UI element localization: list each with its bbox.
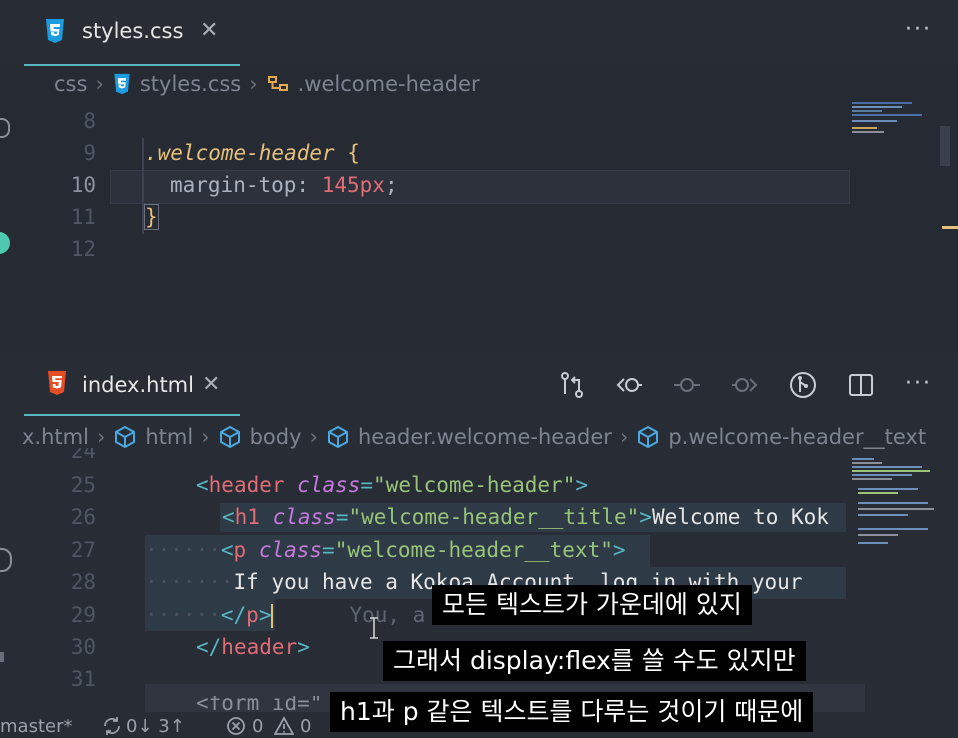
error-icon[interactable]: [226, 716, 246, 736]
subtitle-line-2: 그래서 display:flex를 쓸 수도 있지만: [383, 641, 806, 681]
code-line-9[interactable]: .welcome-header {: [145, 141, 360, 165]
line-number: 25: [70, 473, 96, 497]
breadcrumb: x.html › html › body › header.welcome-he…: [22, 419, 926, 455]
text-cursor: [271, 604, 274, 628]
line-number: 11: [70, 205, 96, 229]
sync-icon[interactable]: [102, 716, 122, 736]
line-number: 27: [70, 538, 96, 562]
css-file-icon: [114, 73, 130, 95]
minimap[interactable]: [848, 456, 940, 552]
line-number: 26: [70, 505, 96, 529]
error-count[interactable]: 0: [252, 716, 263, 737]
breadcrumb-body[interactable]: body: [250, 425, 302, 449]
indent-guide: [142, 138, 144, 234]
warning-count[interactable]: 0: [300, 716, 311, 737]
breadcrumb: css › styles.css › .welcome-header: [24, 66, 480, 102]
previous-change-icon[interactable]: [614, 370, 644, 400]
line-number: 29: [70, 603, 96, 627]
git-graph-icon[interactable]: [788, 370, 818, 400]
css-file-icon: [46, 19, 64, 43]
html-file-icon: [48, 371, 66, 395]
top-tab-bar: styles.css ✕ ···: [0, 0, 958, 66]
chevron-right-icon: ›: [201, 425, 210, 449]
breadcrumb-styles-css[interactable]: styles.css: [140, 72, 241, 96]
text-cursor-pointer-icon: [370, 617, 378, 639]
scrollbar-marker: [942, 226, 958, 229]
breadcrumb-css[interactable]: css: [54, 72, 87, 96]
activity-ring-icon: [0, 118, 10, 138]
line-number: 8: [83, 109, 96, 133]
close-icon[interactable]: ✕: [200, 18, 218, 43]
line-number: 12: [70, 237, 96, 261]
activity-dot-icon: [0, 232, 10, 254]
tab-index-html[interactable]: index.html ✕: [24, 352, 240, 416]
code-line-29[interactable]: ······</p> You, a: [145, 603, 425, 628]
compare-changes-icon[interactable]: [557, 370, 587, 400]
element-cube-icon: [219, 425, 240, 449]
chevron-right-icon: ›: [249, 72, 258, 96]
tab-label: styles.css: [82, 19, 184, 43]
code-line-32[interactable]: <form id=": [196, 696, 322, 712]
code-line-10[interactable]: margin-top: 145px;: [170, 173, 398, 197]
code-line-11[interactable]: }: [144, 204, 159, 230]
breadcrumb-header[interactable]: header.welcome-header: [358, 425, 612, 449]
element-cube-icon: [327, 425, 348, 449]
sync-status[interactable]: 0↓ 3↑: [126, 716, 185, 737]
element-cube-icon: [115, 425, 136, 449]
close-icon[interactable]: ✕: [202, 372, 220, 397]
tab-styles-css[interactable]: styles.css ✕: [24, 0, 240, 66]
git-branch[interactable]: master*: [0, 716, 72, 737]
breadcrumb-selector[interactable]: .welcome-header: [298, 72, 480, 96]
split-editor-icon[interactable]: [846, 370, 876, 400]
breadcrumb-p[interactable]: p.welcome-header__text: [668, 425, 926, 449]
line-number: 24: [70, 448, 96, 462]
more-actions-icon[interactable]: ···: [905, 371, 932, 396]
selector-icon: [267, 76, 288, 91]
warning-icon[interactable]: [274, 716, 294, 736]
breadcrumb-file[interactable]: x.html: [22, 425, 89, 449]
chevron-right-icon: ›: [95, 72, 104, 96]
code-line-30[interactable]: </header>: [196, 635, 310, 659]
tab-label: index.html: [82, 373, 194, 397]
chevron-right-icon: ›: [96, 425, 106, 449]
revert-change-icon[interactable]: [672, 370, 702, 400]
code-line-25[interactable]: <header class="welcome-header">: [196, 473, 588, 497]
line-number: 28: [70, 570, 96, 594]
scrollbar-thumb[interactable]: [940, 126, 950, 166]
code-line-26[interactable]: <h1 class="welcome-header__title">Welcom…: [222, 505, 829, 529]
line-number: 10: [70, 173, 96, 197]
code-line-27[interactable]: ······<p class="welcome-header__text">: [145, 538, 626, 562]
subtitle-line-3: h1과 p 같은 텍스트를 다루는 것이기 때문에: [330, 692, 814, 732]
chevron-right-icon: ›: [619, 425, 629, 449]
more-actions-icon[interactable]: ···: [905, 17, 932, 42]
element-cube-icon: [638, 425, 659, 449]
bottom-tab-bar: index.html ✕ ···: [0, 352, 958, 416]
next-change-icon[interactable]: [730, 370, 760, 400]
line-number: 30: [70, 635, 96, 659]
minimap[interactable]: [848, 100, 940, 140]
activity-marker: [0, 652, 4, 662]
subtitle-line-1: 모든 텍스트가 가운데에 있지: [432, 585, 752, 625]
line-number: 9: [83, 141, 96, 165]
chevron-right-icon: ›: [309, 425, 318, 449]
breadcrumb-html[interactable]: html: [145, 425, 193, 449]
line-number: 31: [70, 667, 96, 691]
